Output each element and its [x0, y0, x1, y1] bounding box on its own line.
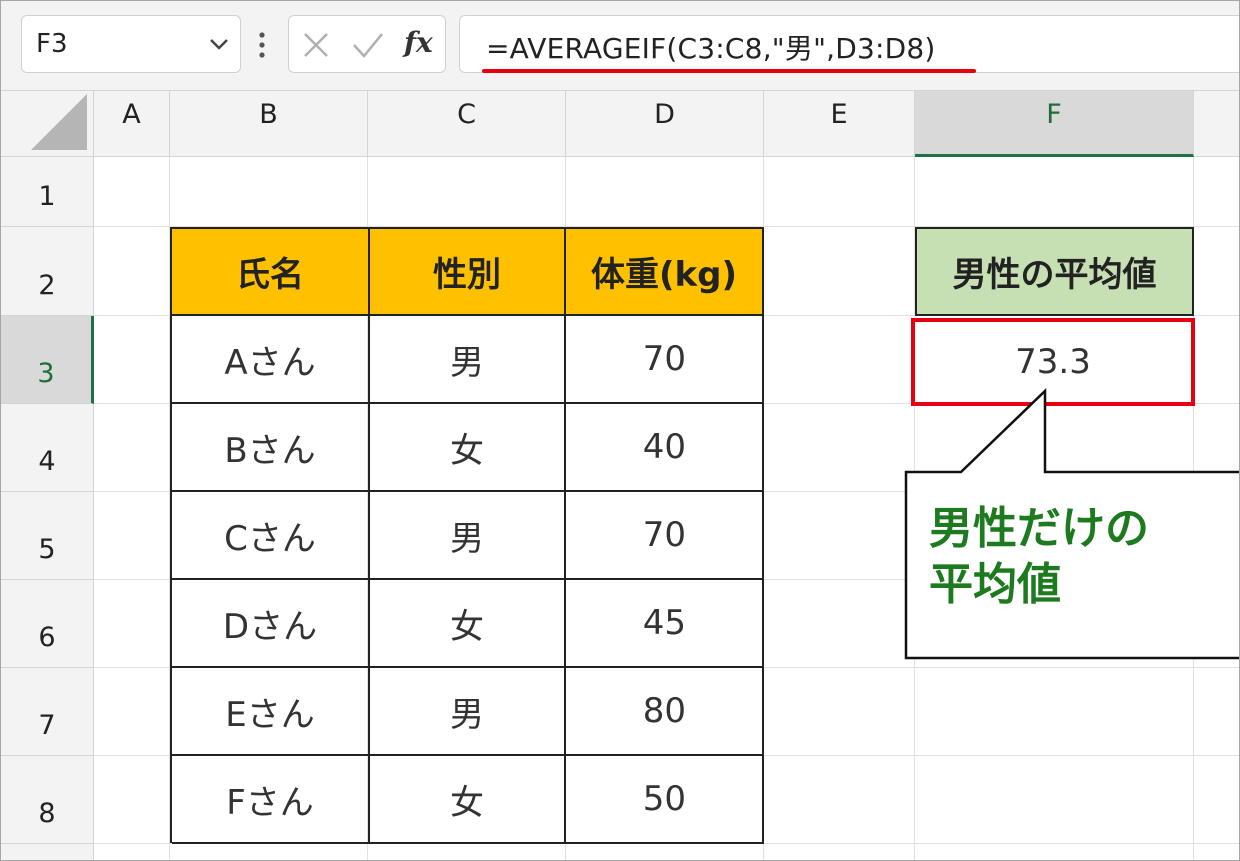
- row-header-3[interactable]: 3: [1, 316, 94, 404]
- formula-input[interactable]: =AVERAGEIF(C3:C8,"男",D3:D8): [459, 15, 1239, 73]
- row-number: 6: [38, 622, 56, 653]
- cancel-icon[interactable]: [301, 30, 331, 60]
- cell-f2-average-header[interactable]: 男性の平均値: [915, 227, 1194, 316]
- table-cell-name[interactable]: Aさん: [172, 316, 370, 404]
- table-cell-name[interactable]: Eさん: [172, 668, 370, 756]
- table-cell-name[interactable]: Bさん: [172, 404, 370, 492]
- row-header-9[interactable]: [1, 844, 94, 860]
- table-cell-name[interactable]: Cさん: [172, 492, 370, 580]
- column-header-e[interactable]: E: [764, 91, 915, 157]
- row-header-7[interactable]: 7: [1, 668, 94, 756]
- row-header-5[interactable]: 5: [1, 492, 94, 580]
- column-header-f[interactable]: F: [915, 91, 1194, 157]
- confirm-check-icon[interactable]: [351, 30, 385, 60]
- cell-b2-header-name[interactable]: 氏名: [172, 229, 370, 316]
- column-header-c[interactable]: C: [368, 91, 566, 157]
- cell-d2-header-weight[interactable]: 体重(kg): [566, 229, 764, 316]
- table-cell-weight[interactable]: 45: [566, 580, 764, 668]
- row-number: 7: [38, 710, 56, 741]
- table-cell-gender[interactable]: 男: [370, 492, 566, 580]
- callout-text: 男性だけの 平均値: [929, 503, 1149, 610]
- select-all-corner[interactable]: [1, 91, 94, 157]
- table-cell-gender[interactable]: 男: [370, 316, 566, 404]
- table-cell-gender[interactable]: 男: [370, 668, 566, 756]
- select-all-icon: [31, 94, 87, 150]
- table-cell-weight[interactable]: 80: [566, 668, 764, 756]
- formula-bar: F3 fx =AVERAGEIF(C3:C8,"男",D3:D8): [1, 1, 1239, 91]
- cell-c2-header-gender[interactable]: 性別: [370, 229, 566, 316]
- row-header-6[interactable]: 6: [1, 580, 94, 668]
- formula-highlight-underline: [482, 69, 976, 73]
- table-cell-gender[interactable]: 女: [370, 404, 566, 492]
- table-cell-gender[interactable]: 女: [370, 756, 566, 844]
- column-header-b[interactable]: B: [170, 91, 368, 157]
- row-number: 3: [37, 358, 55, 389]
- table-cell-gender[interactable]: 女: [370, 580, 566, 668]
- row-number: 5: [38, 534, 56, 565]
- row-number: 8: [38, 798, 56, 829]
- row-number: 2: [38, 270, 56, 301]
- row-header-4[interactable]: 4: [1, 404, 94, 492]
- column-header-d[interactable]: D: [566, 91, 764, 157]
- row-number: 1: [38, 181, 56, 212]
- chevron-down-icon[interactable]: [208, 36, 230, 52]
- name-box[interactable]: F3: [21, 15, 241, 73]
- row-header-8[interactable]: 8: [1, 756, 94, 844]
- more-options-icon[interactable]: [258, 31, 266, 59]
- table-cell-name[interactable]: Dさん: [172, 580, 370, 668]
- spreadsheet-window: F3 fx =AVERAGEIF(C3:C8,"男",D3:D8) A B C …: [0, 0, 1240, 861]
- table-cell-weight[interactable]: 70: [566, 316, 764, 404]
- table-cell-weight[interactable]: 40: [566, 404, 764, 492]
- row-number: 4: [38, 446, 56, 477]
- row-header-1[interactable]: 1: [1, 157, 94, 227]
- name-box-value: F3: [36, 29, 68, 59]
- formula-actions: fx: [288, 15, 446, 73]
- cell-f3-average-value[interactable]: 73.3: [911, 318, 1195, 406]
- table-cell-name[interactable]: Fさん: [172, 756, 370, 844]
- table-cell-weight[interactable]: 50: [566, 756, 764, 844]
- insert-function-icon[interactable]: fx: [404, 26, 433, 59]
- formula-text: =AVERAGEIF(C3:C8,"男",D3:D8): [486, 32, 936, 65]
- table-cell-weight[interactable]: 70: [566, 492, 764, 580]
- row-header-2[interactable]: 2: [1, 227, 94, 316]
- column-header-g[interactable]: [1194, 91, 1239, 157]
- column-header-a[interactable]: A: [94, 91, 170, 157]
